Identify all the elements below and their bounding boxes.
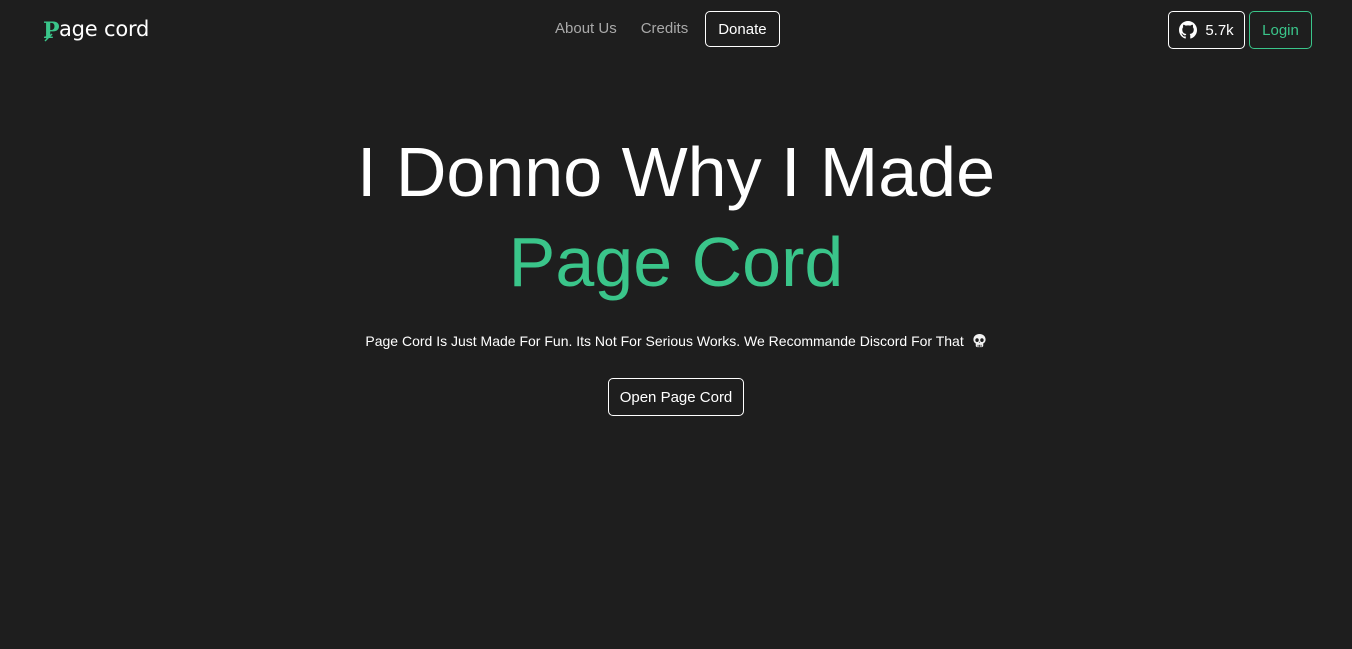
github-star-count: 5.7k <box>1205 21 1234 39</box>
nav-link-credits[interactable]: Credits <box>629 10 701 48</box>
open-page-cord-button[interactable]: Open Page Cord <box>608 378 744 416</box>
logo-mark: P <box>43 18 60 45</box>
page: P age cord About Us Credits Donate 5.7k … <box>0 0 1352 649</box>
feather-icon <box>44 33 53 42</box>
skull-icon <box>973 333 986 348</box>
donate-button[interactable]: Donate <box>705 11 780 47</box>
github-stars-button[interactable]: 5.7k <box>1168 11 1245 49</box>
hero-title: I Donno Why I Made <box>356 133 996 211</box>
main-nav: About Us Credits Donate <box>543 10 780 48</box>
hero-subtitle-text: Page Cord Is Just Made For Fun. Its Not … <box>365 333 964 349</box>
login-button[interactable]: Login <box>1249 11 1312 49</box>
hero-accent-title: Page Cord <box>508 223 844 301</box>
github-icon <box>1179 21 1198 39</box>
hero-subtitle: Page Cord Is Just Made For Fun. Its Not … <box>0 330 1352 352</box>
hero-section: I Donno Why I Made Page Cord Page Cord I… <box>0 128 1352 416</box>
top-nav-bar: P age cord About Us Credits Donate 5.7k … <box>0 0 1352 60</box>
brand-name: age cord <box>59 17 150 41</box>
brand-logo-link[interactable]: P age cord <box>43 15 149 45</box>
nav-link-about-us[interactable]: About Us <box>543 10 629 48</box>
